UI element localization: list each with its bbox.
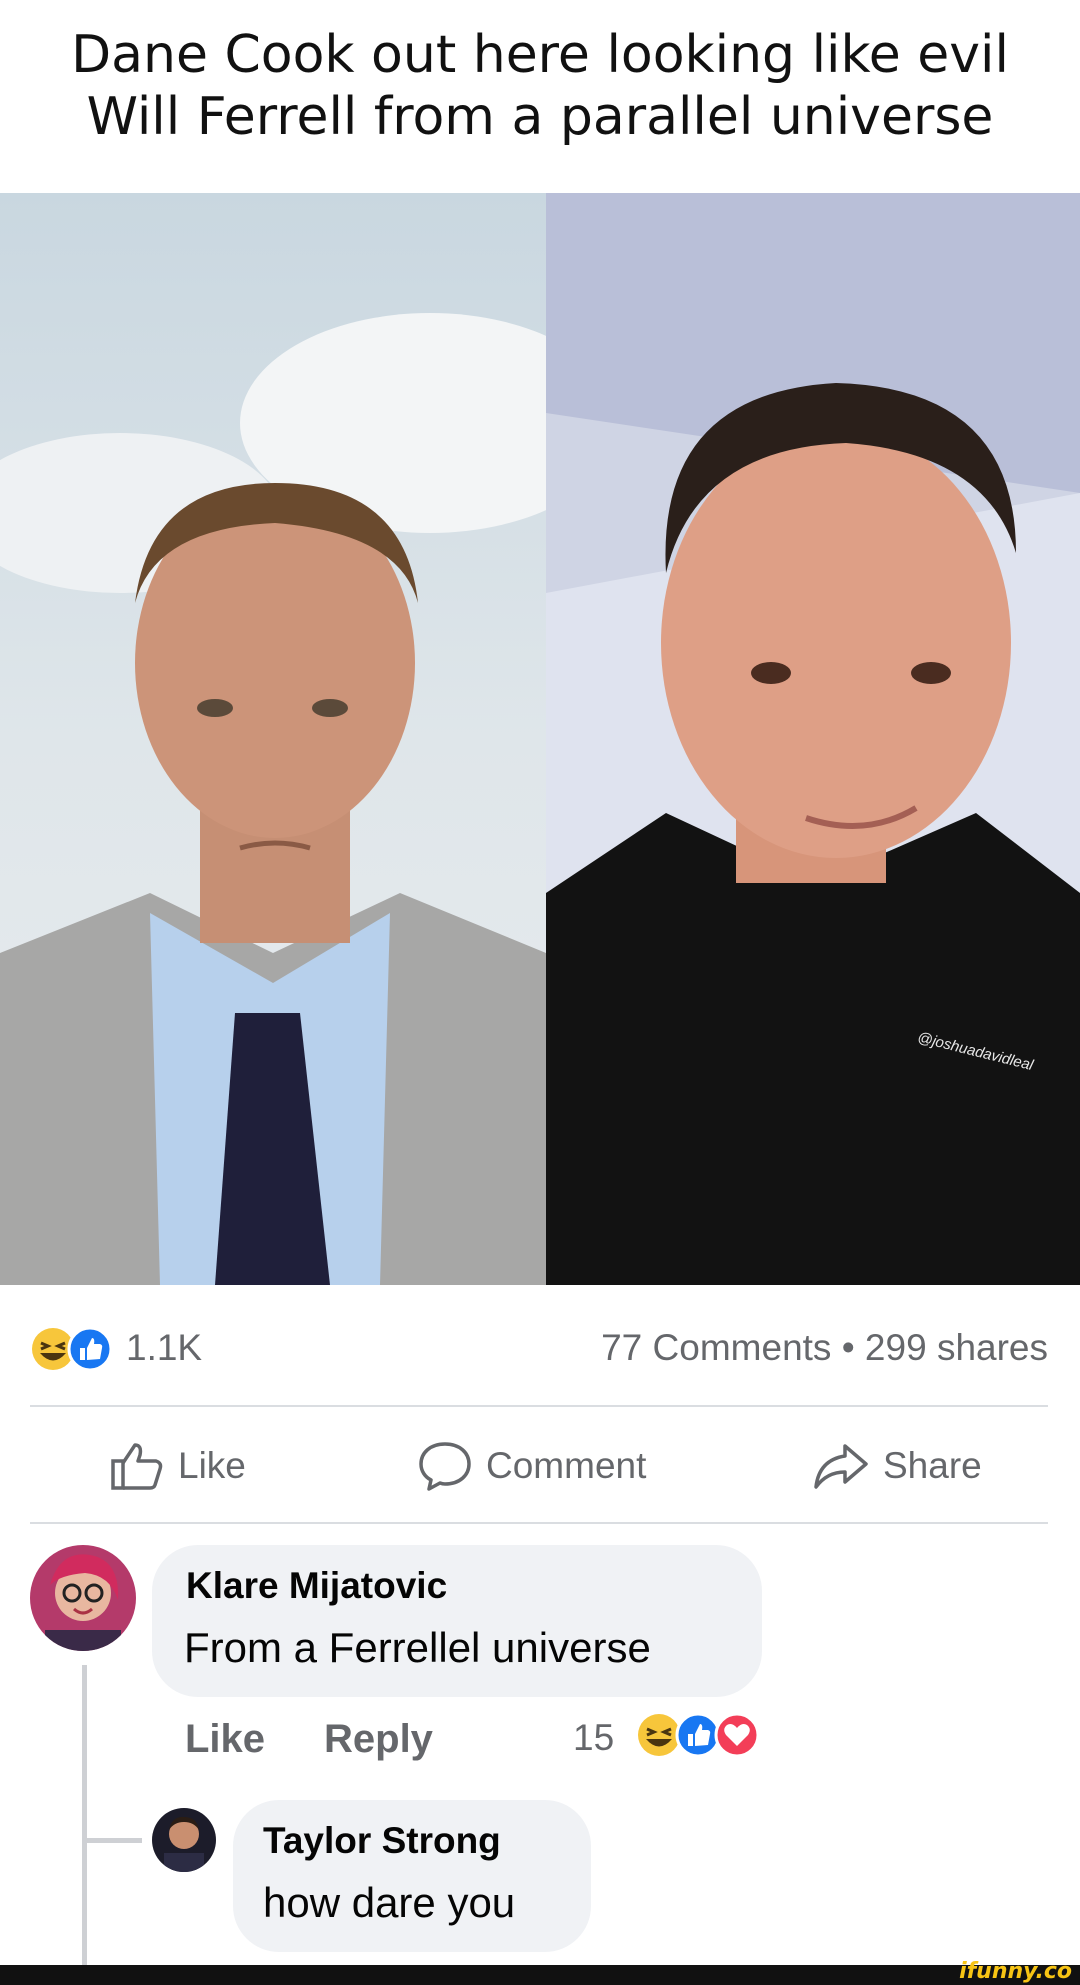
post-stats: 1.1K 77 Comments • 299 shares	[30, 1313, 1048, 1383]
comment-reply-button[interactable]: Reply	[324, 1717, 433, 1762]
right-photo: @joshuadavidleal	[546, 193, 1080, 1285]
ifunny-logo: ifunny.co	[959, 1959, 1072, 1984]
comment-icon	[419, 1442, 471, 1491]
comment-label: Comment	[486, 1445, 647, 1486]
comment-bubble: Taylor Strong how dare you	[233, 1800, 591, 1952]
reaction-icons[interactable]	[30, 1326, 120, 1372]
avatar[interactable]	[152, 1808, 216, 1872]
comment-reaction-icons[interactable]	[636, 1712, 766, 1758]
post-image[interactable]: @joshuadavidleal	[0, 193, 1080, 1285]
share-button[interactable]: Share	[813, 1436, 982, 1496]
comment-text: From a Ferrellel universe	[184, 1624, 651, 1671]
caption-line-1: Dane Cook out here looking like evil	[71, 25, 1009, 85]
comments-shares-count[interactable]: 77 Comments • 299 shares	[601, 1327, 1048, 1369]
reply-thread-line	[82, 1665, 87, 1965]
share-label: Share	[883, 1445, 982, 1486]
like-button[interactable]: Like	[110, 1436, 246, 1496]
meme-caption: Dane Cook out here looking like evil Wil…	[0, 0, 1080, 192]
left-photo	[0, 193, 546, 1285]
comment-button[interactable]: Comment	[418, 1436, 646, 1496]
share-icon	[814, 1444, 868, 1489]
comment-bubble: Klare Mijatovic From a Ferrellel univers…	[152, 1545, 762, 1697]
avatar[interactable]	[30, 1545, 136, 1651]
like-icon	[67, 1326, 113, 1372]
reaction-count[interactable]: 1.1K	[126, 1327, 202, 1369]
post-actions: Like Comment Share	[30, 1412, 1048, 1522]
comment-author[interactable]: Taylor Strong	[263, 1820, 501, 1862]
thumbs-up-icon	[111, 1443, 163, 1490]
like-label: Like	[178, 1445, 246, 1486]
laugh-icon	[638, 1714, 680, 1756]
comment-reaction-count[interactable]: 15	[573, 1717, 614, 1759]
comment-like-button[interactable]: Like	[185, 1717, 265, 1762]
love-icon	[714, 1712, 760, 1758]
reply-thread-branch	[82, 1838, 142, 1843]
watermark-bar: ifunny.co	[0, 1959, 1080, 1985]
divider	[30, 1405, 1048, 1407]
comment-text: how dare you	[263, 1879, 516, 1926]
caption-line-2: Will Ferrell from a parallel universe	[86, 87, 994, 147]
comment-author[interactable]: Klare Mijatovic	[186, 1565, 447, 1607]
like-icon	[675, 1712, 721, 1758]
divider	[30, 1522, 1048, 1524]
